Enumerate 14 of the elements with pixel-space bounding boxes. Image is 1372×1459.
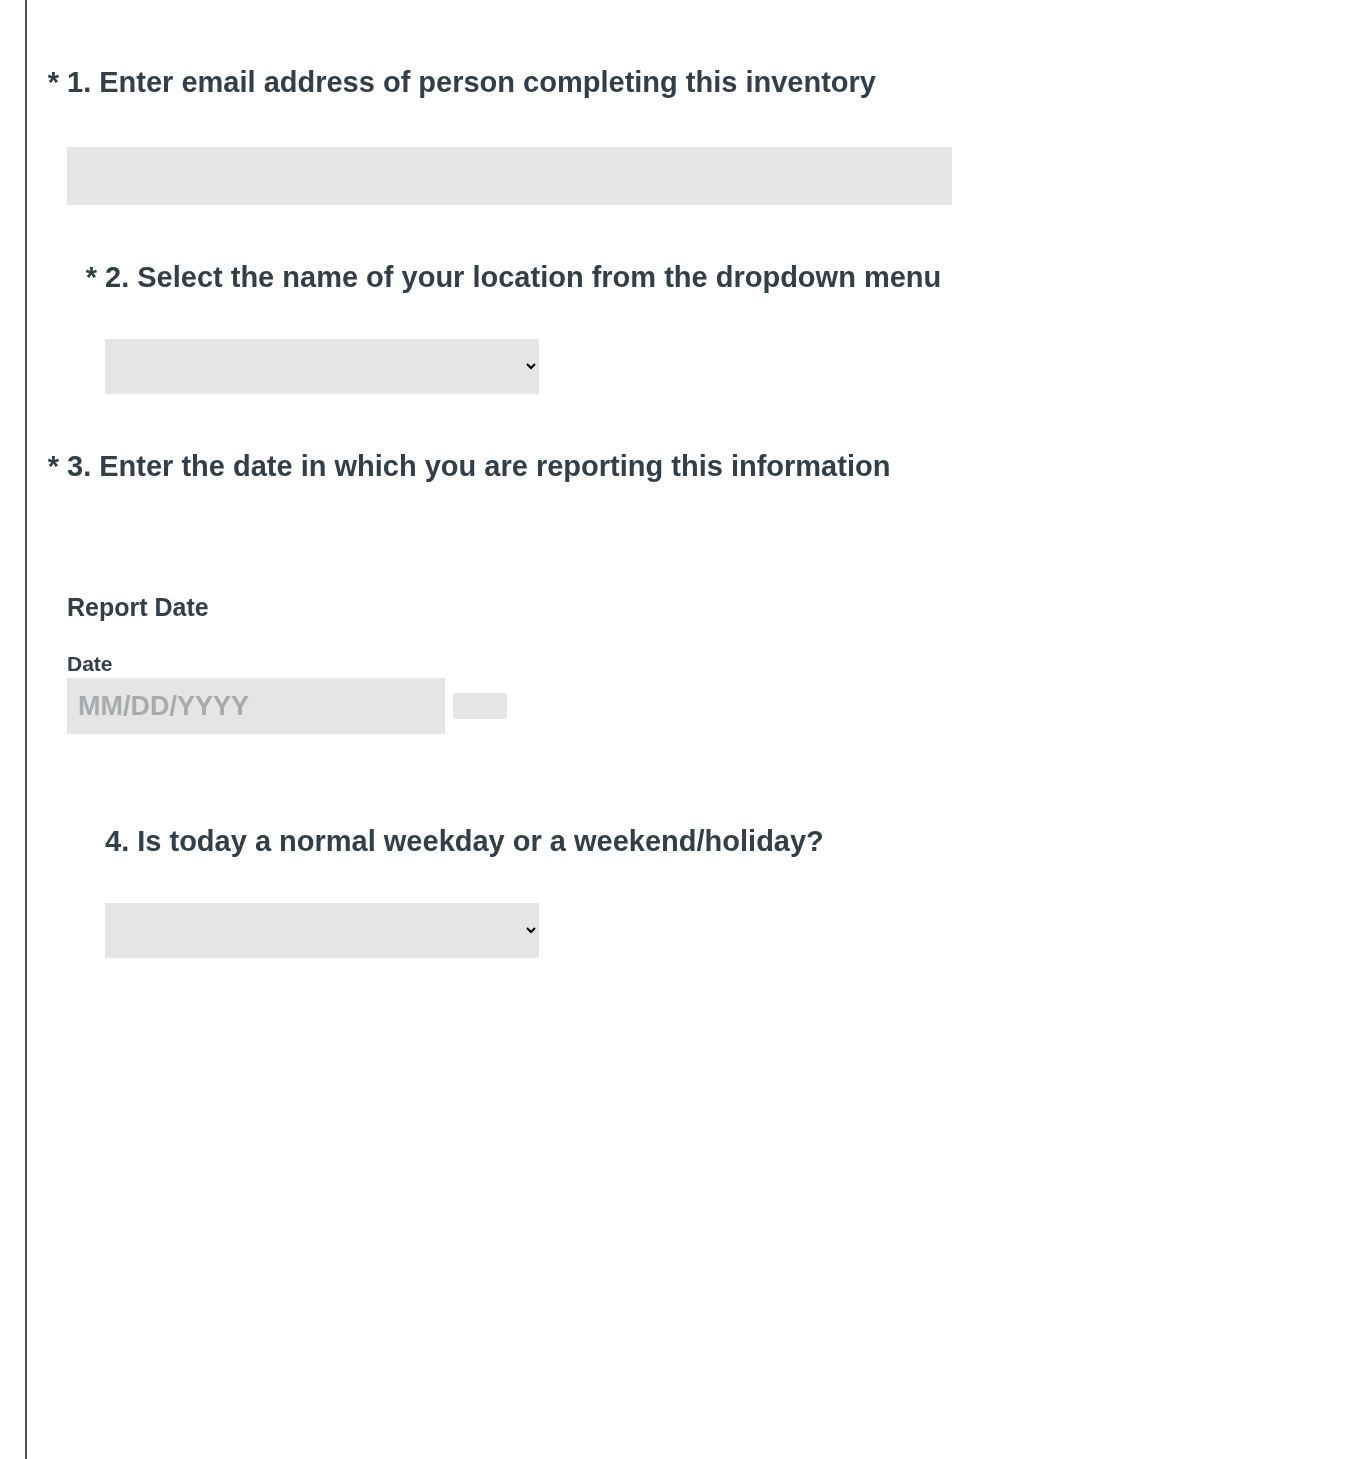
date-picker-button[interactable] <box>453 693 507 719</box>
email-input-field[interactable] <box>67 147 952 205</box>
question-title: 2. Select the name of your location from the dropdown menu <box>105 260 942 295</box>
required-asterisk: * <box>46 65 59 100</box>
question-title: 4. Is today a normal weekday or a weekend/holiday? <box>105 824 824 859</box>
field-label: Date <box>67 652 114 676</box>
row-label: Report Date <box>67 593 210 622</box>
dropdown-field[interactable] <box>105 339 539 394</box>
required-asterisk: * <box>46 449 59 484</box>
question-title: 1. Enter email address of person completing this inventory <box>67 65 876 100</box>
required-asterisk: * <box>84 260 97 295</box>
question-title: 3. Enter the date in which you are reporting this information <box>67 449 891 484</box>
date-input-field[interactable]: MM/DD/YYYY <box>67 678 445 734</box>
dropdown-field[interactable] <box>105 903 539 958</box>
